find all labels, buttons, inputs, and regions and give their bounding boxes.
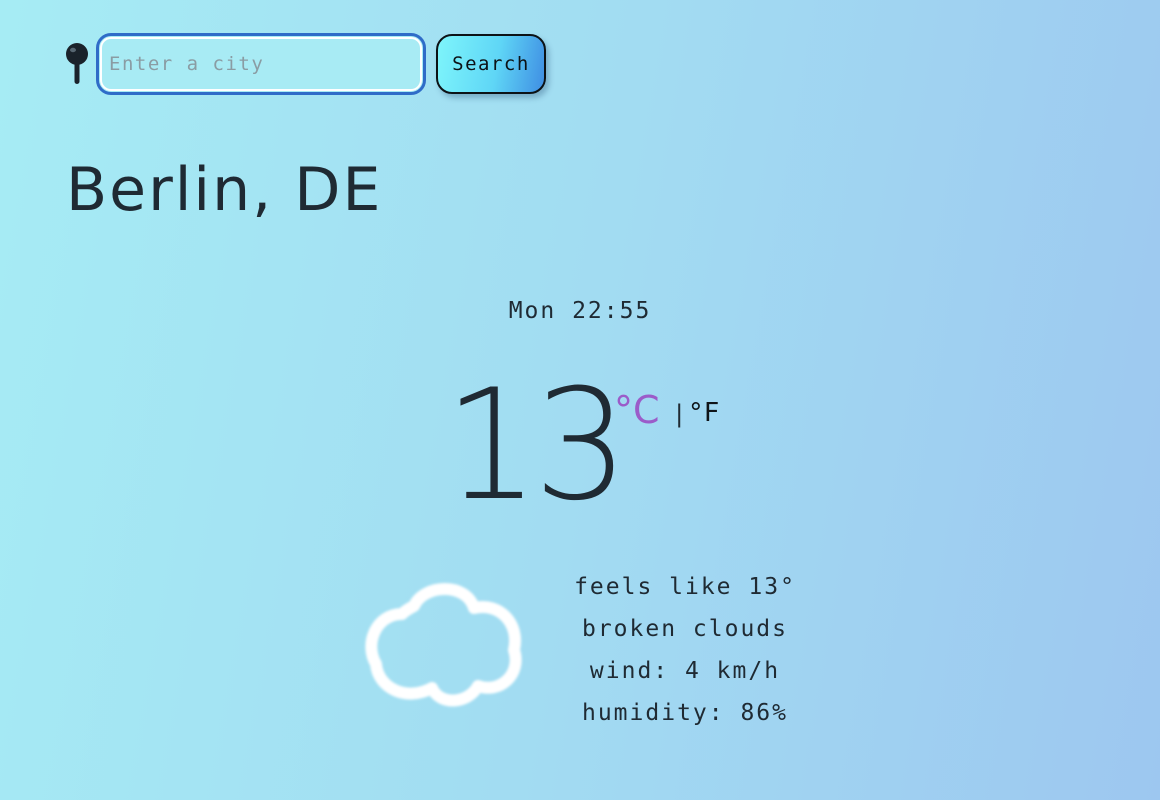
search-button[interactable]: Search [436,34,546,94]
temperature-value: 13 [444,357,629,535]
weather-description: broken clouds [581,616,788,642]
map-pin-icon [66,43,88,84]
date-time: Mon 22:55 [508,298,652,324]
weather-details: feels like 13° broken clouds wind: 4 km/… [540,566,830,734]
wind-text: wind: 4 km/h [589,658,781,684]
cloud-icon [365,583,522,707]
city-search-input[interactable] [96,33,426,95]
feels-like-text: feels like 13° [574,574,796,600]
unit-separator: | [672,400,687,428]
celsius-toggle[interactable]: °C [614,388,660,432]
city-name: Berlin, DE [66,155,383,225]
humidity-text: humidity: 86% [581,700,788,726]
fahrenheit-toggle[interactable]: °F [688,398,719,428]
search-bar: Search [64,32,546,96]
